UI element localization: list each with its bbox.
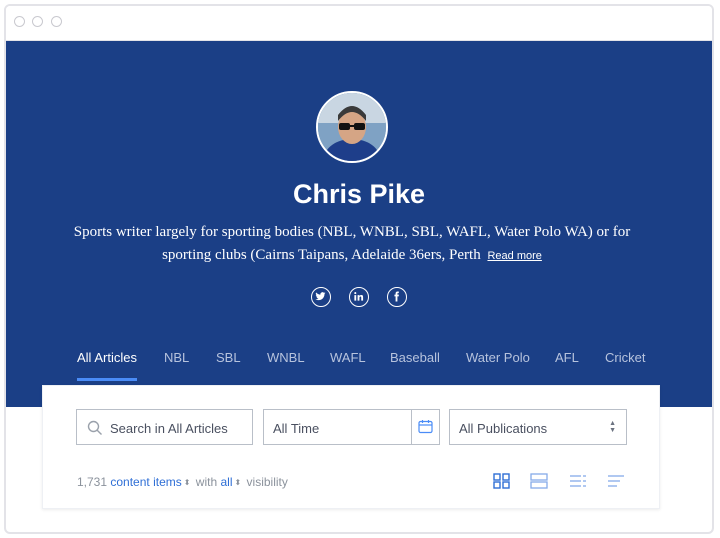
profile-bio: Sports writer largely for sporting bodie… (66, 221, 638, 268)
content-items-label: content items (110, 475, 182, 489)
window-minimize-button[interactable] (32, 16, 43, 27)
divider (411, 410, 412, 444)
list-view-icon[interactable] (569, 473, 587, 489)
facebook-icon[interactable] (387, 287, 408, 307)
tab-afl[interactable]: AFL (555, 350, 579, 365)
tab-sbl[interactable]: SBL (216, 350, 241, 365)
search-icon (87, 420, 102, 435)
dropdown-caret-icon: ⬍ (183, 478, 191, 487)
tab-nbl[interactable]: NBL (164, 350, 189, 365)
tab-wafl[interactable]: WAFL (330, 350, 366, 365)
publication-select-value: All Publications (459, 421, 548, 436)
twitter-icon[interactable] (310, 287, 331, 307)
window-maximize-button[interactable] (51, 16, 62, 27)
result-summary: 1,731 content items ⬍ with all ⬍ visibilit… (77, 475, 288, 489)
dropdown-caret-icon: ⬍ (234, 478, 242, 487)
linkedin-icon[interactable] (349, 287, 369, 307)
publication-select[interactable]: All Publications ▲ ▼ (449, 409, 627, 445)
social-links (6, 287, 712, 307)
profile-bio-text: Sports writer largely for sporting bodie… (73, 224, 631, 263)
search-placeholder: Search in All Articles (110, 421, 228, 436)
browser-window: Chris Pike Sports writer largely for spo… (4, 4, 714, 534)
filter-panel: Search in All Articles All Time All Publ… (42, 385, 660, 509)
sort-caret-icon: ▲ ▼ (609, 420, 616, 434)
time-filter-value: All Time (273, 421, 320, 436)
profile-name: Chris Pike (292, 179, 426, 209)
tab-water-polo[interactable]: Water Polo (466, 350, 530, 365)
tab-all-articles[interactable]: All Articles (77, 350, 137, 381)
read-more-link[interactable]: Read more (487, 250, 541, 262)
avatar (316, 91, 388, 163)
tab-wnbl[interactable]: WNBL (267, 350, 305, 365)
compact-view-icon[interactable] (607, 473, 625, 489)
search-input[interactable]: Search in All Articles (76, 409, 253, 445)
visibility-dropdown[interactable]: all ⬍ (220, 475, 243, 489)
visibility-label: visibility (246, 475, 288, 489)
visibility-value: all (220, 475, 233, 489)
with-label: with (195, 475, 218, 489)
content-items-dropdown[interactable]: content items ⬍ (110, 475, 192, 489)
title-bar (6, 6, 712, 41)
calendar-icon[interactable] (418, 419, 433, 434)
card-view-icon[interactable] (530, 473, 548, 489)
tab-cricket[interactable]: Cricket (605, 350, 645, 365)
tab-baseball[interactable]: Baseball (390, 350, 440, 365)
profile-header: Chris Pike Sports writer largely for spo… (6, 41, 712, 407)
time-filter[interactable]: All Time (263, 409, 440, 445)
content-count: 1,731 (77, 475, 108, 489)
grid-view-icon[interactable] (493, 473, 511, 489)
window-close-button[interactable] (14, 16, 25, 27)
